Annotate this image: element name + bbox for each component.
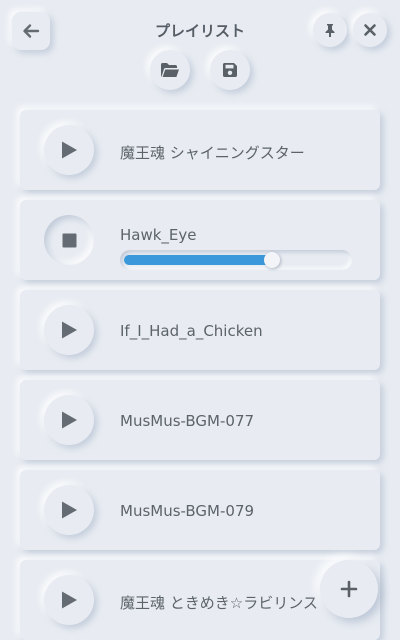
track-name: If_I_Had_a_Chicken	[120, 322, 263, 340]
pin-button[interactable]	[313, 13, 347, 47]
playlist: 魔王魂 シャイニングスター Hawk_Eye If_I_Had_a_Chicke…	[20, 110, 380, 640]
track-item[interactable]: 魔王魂 シャイニングスター	[20, 110, 380, 190]
folder-open-icon	[161, 63, 179, 77]
play-icon	[62, 591, 77, 609]
play-icon	[62, 321, 77, 339]
progress-knob[interactable]	[264, 252, 280, 268]
play-icon	[62, 141, 77, 159]
play-button[interactable]	[44, 575, 94, 625]
track-name: MusMus-BGM-077	[120, 412, 255, 430]
plus-icon	[340, 580, 358, 598]
close-button[interactable]	[353, 13, 387, 47]
play-button[interactable]	[44, 125, 94, 175]
pin-icon	[325, 24, 335, 37]
stop-button[interactable]	[44, 215, 94, 265]
open-playlist-button[interactable]	[150, 50, 190, 90]
play-icon	[62, 411, 77, 429]
close-icon	[364, 24, 376, 36]
track-item[interactable]: MusMus-BGM-079	[20, 470, 380, 550]
progress-bar[interactable]	[120, 250, 352, 270]
play-icon	[62, 501, 77, 519]
save-playlist-button[interactable]	[210, 50, 250, 90]
play-button[interactable]	[44, 485, 94, 535]
add-track-button[interactable]	[320, 560, 378, 618]
progress-fill	[124, 255, 272, 265]
stop-icon	[62, 233, 76, 247]
track-item[interactable]: Hawk_Eye	[20, 200, 380, 280]
play-button[interactable]	[44, 305, 94, 355]
save-icon	[223, 63, 237, 77]
track-name: MusMus-BGM-079	[120, 502, 255, 520]
track-item[interactable]: If_I_Had_a_Chicken	[20, 290, 380, 370]
play-button[interactable]	[44, 395, 94, 445]
track-item[interactable]: MusMus-BGM-077	[20, 380, 380, 460]
track-name: 魔王魂 シャイニングスター	[120, 144, 305, 162]
track-name: Hawk_Eye	[120, 226, 197, 244]
